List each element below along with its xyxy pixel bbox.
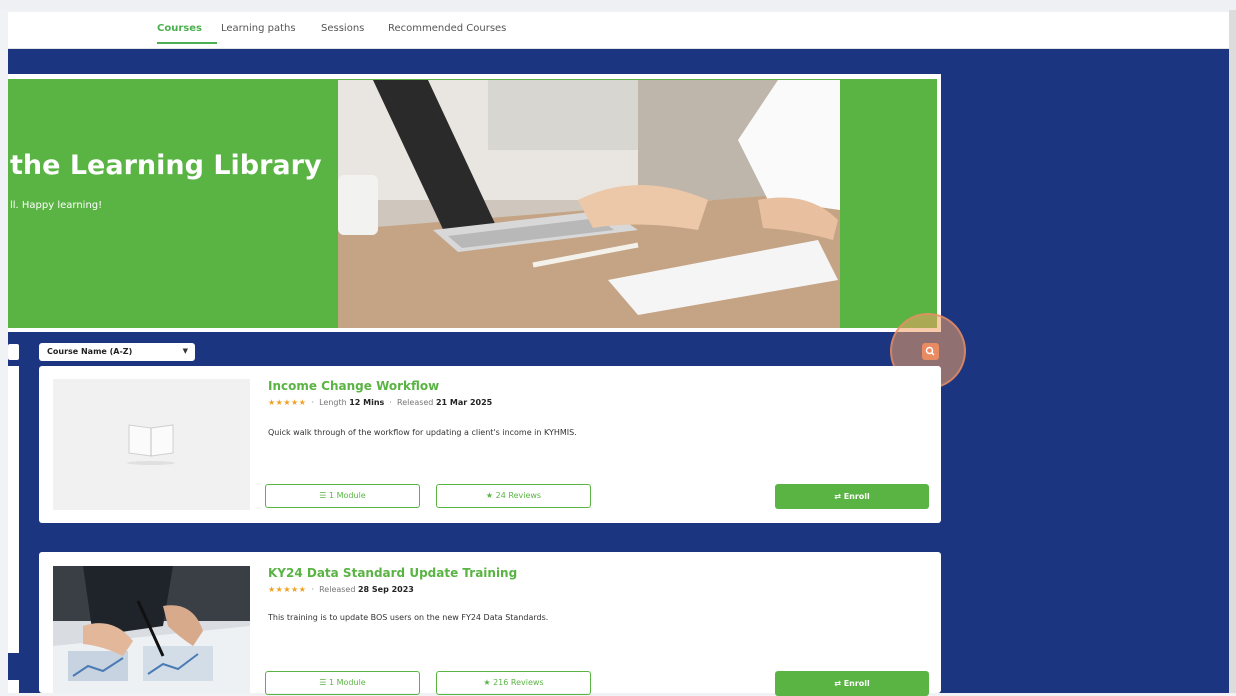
sort-label: Course Name (A-Z) (47, 347, 133, 356)
swap-icon: ⇄ (834, 679, 841, 688)
hero-subtitle: ll. Happy learning! (10, 200, 103, 211)
enroll-button[interactable]: ⇄ Enroll (775, 484, 929, 509)
course-meta: ★★★★★ · Length 12 Mins · Released 21 Mar… (268, 398, 492, 407)
browser-top-strip (0, 0, 1236, 10)
search-button[interactable] (922, 343, 939, 360)
collapsed-sidebar-panel (8, 366, 19, 653)
list-icon: ☰ (319, 678, 327, 687)
chevron-down-icon: ▼ (182, 347, 188, 355)
meta-separator: · (389, 398, 392, 407)
sort-dropdown[interactable]: Course Name (A-Z) ▼ (39, 343, 195, 361)
tab-courses[interactable]: Courses (157, 23, 202, 34)
course-tab-bar: Courses Learning paths Sessions Recommen… (8, 12, 1229, 49)
enroll-label: Enroll (843, 679, 870, 688)
star-icon: ★ (485, 491, 494, 500)
hero-title: the Learning Library (10, 150, 322, 181)
tab-learning-paths[interactable]: Learning paths (221, 23, 296, 34)
meta-separator: · (311, 398, 314, 407)
page-scrollbar[interactable] (1229, 10, 1236, 693)
modules-label: 1 Module (328, 491, 366, 500)
collapsed-sidebar-panel-2 (8, 680, 19, 693)
modules-label: 1 Module (328, 678, 366, 687)
course-image (53, 566, 250, 693)
course-description: This training is to update BOS users on … (268, 613, 549, 622)
rating-stars: ★★★★★ (268, 585, 307, 594)
search-icon (925, 346, 935, 356)
modules-button[interactable]: ☰ 1 Module (265, 484, 420, 508)
hero-image (338, 80, 840, 328)
modules-button[interactable]: ☰ 1 Module (265, 671, 420, 695)
reviews-label: 216 Reviews (493, 678, 544, 687)
course-card-ky24-data-standard: KY24 Data Standard Update Training ★★★★★… (39, 552, 941, 696)
released-label: Released (319, 585, 356, 594)
released-date: 28 Sep 2023 (357, 585, 414, 594)
reviews-button[interactable]: ★ 216 Reviews (436, 671, 591, 695)
reviews-button[interactable]: ★ 24 Reviews (436, 484, 591, 508)
course-title[interactable]: Income Change Workflow (268, 379, 439, 393)
released-label: Released (397, 398, 434, 407)
length-label: Length (319, 398, 347, 407)
collapsed-filter-tab[interactable] (8, 344, 19, 360)
swap-icon: ⇄ (834, 492, 841, 501)
course-description: Quick walk through of the workflow for u… (268, 428, 577, 437)
tab-recommended-courses[interactable]: Recommended Courses (388, 23, 506, 34)
enroll-label: Enroll (843, 492, 870, 501)
star-icon: ★ (483, 678, 491, 687)
released-date: 21 Mar 2025 (435, 398, 493, 407)
length-value: 12 Mins (349, 398, 385, 407)
course-title[interactable]: KY24 Data Standard Update Training (268, 566, 517, 580)
rating-stars: ★★★★★ (268, 398, 307, 407)
course-meta: ★★★★★ · Released 28 Sep 2023 (268, 585, 414, 594)
reviews-label: 24 Reviews (495, 491, 542, 500)
active-tab-indicator (157, 42, 217, 44)
meta-separator: · (311, 585, 314, 594)
tab-sessions[interactable]: Sessions (321, 23, 364, 34)
list-icon: ☰ (319, 491, 327, 500)
enroll-button[interactable]: ⇄ Enroll (775, 671, 929, 696)
course-card-income-change: Income Change Workflow ★★★★★ · Length 12… (39, 366, 941, 523)
book-icon (127, 424, 175, 465)
course-placeholder-image (53, 379, 250, 510)
